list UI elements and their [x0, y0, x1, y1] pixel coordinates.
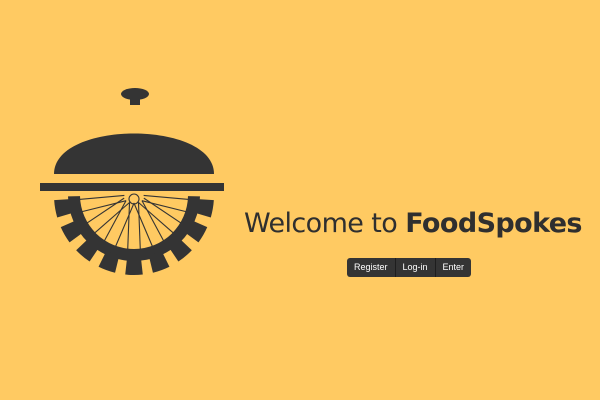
- welcome-heading: Welcome to FoodSpokes: [244, 204, 583, 244]
- wheel-spoke: [103, 200, 127, 242]
- auth-button-group: Register Log-in Enter: [347, 258, 472, 277]
- wheel-spoke: [133, 202, 154, 247]
- wheel-spoke: [114, 202, 135, 247]
- cloche-gear-logo-icon: [40, 88, 224, 275]
- enter-button[interactable]: Enter: [435, 258, 472, 277]
- register-button[interactable]: Register: [347, 258, 396, 277]
- wheel-spoke: [143, 194, 189, 200]
- wheel-spoke: [137, 202, 141, 250]
- login-button[interactable]: Log-in: [395, 258, 436, 277]
- wheel-spoke: [127, 202, 131, 250]
- wheel-spoke: [141, 200, 187, 213]
- brand-name: FoodSpokes: [405, 208, 582, 239]
- welcome-prefix: Welcome to: [244, 208, 406, 239]
- wheel-spoke: [141, 200, 165, 242]
- wheel-hub: [128, 193, 140, 205]
- wheel-spoke: [79, 194, 125, 200]
- wheel-spoke: [81, 200, 127, 213]
- wheel-spoke: [86, 197, 125, 224]
- gear-tooth: [125, 256, 143, 275]
- wheel-spoke: [143, 197, 182, 224]
